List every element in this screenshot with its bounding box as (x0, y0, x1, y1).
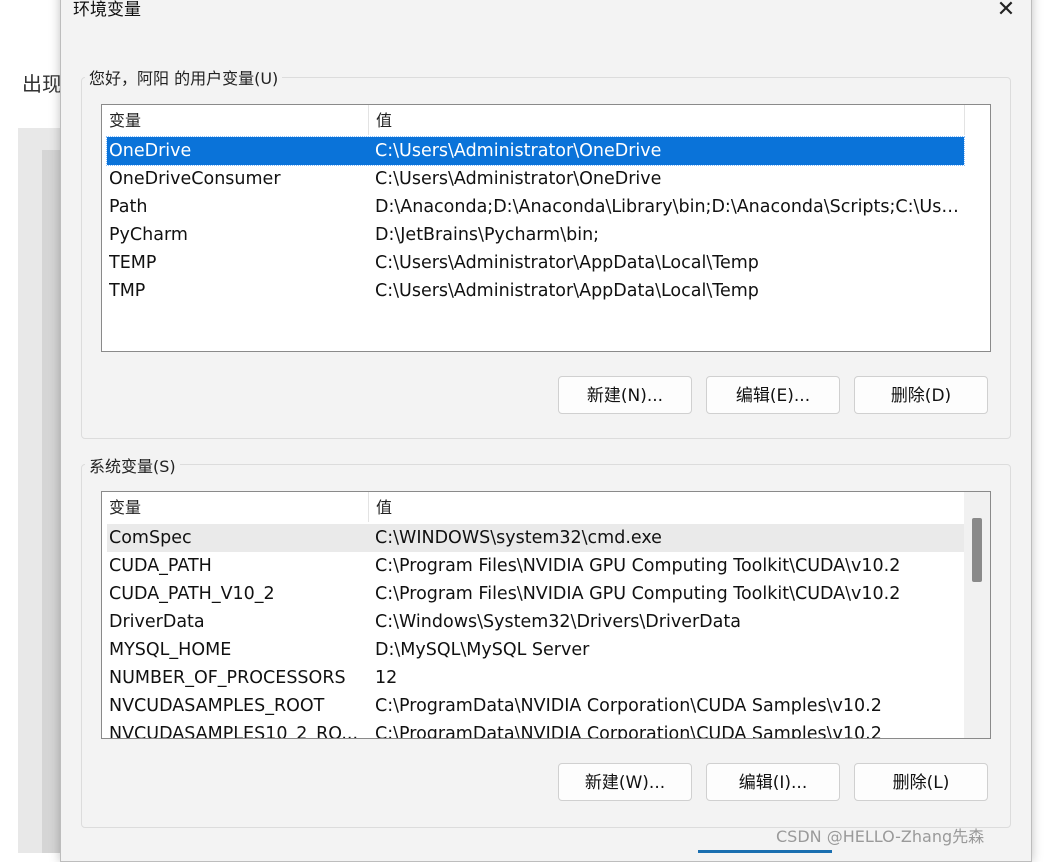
column-header-value[interactable]: 值 (369, 492, 965, 522)
user-variables-list[interactable]: 变量 值 OneDrive C:\Users\Administrator\OneD… (101, 104, 991, 352)
table-row[interactable]: TMP C:\Users\Administrator\AppData\Local\… (107, 277, 964, 305)
system-variables-label: 系统变量(S) (85, 453, 180, 477)
variable-value-cell: C:\Windows\System32\Drivers\DriverData (375, 612, 741, 632)
variable-name-cell: Path (109, 197, 148, 217)
table-row[interactable]: CUDA_PATH C:\Program Files\NVIDIA GPU Com… (107, 552, 964, 580)
table-row[interactable]: ComSpec C:\WINDOWS\system32\cmd.exe (107, 524, 964, 552)
table-row[interactable]: OneDrive C:\Users\Administrator\OneDrive (106, 136, 965, 166)
user-new-button[interactable]: 新建(N)... (558, 376, 692, 414)
table-row[interactable]: TEMP C:\Users\Administrator\AppData\Local… (107, 249, 964, 277)
variable-value-cell: C:\ProgramData\NVIDIA Corporation\CUDA S… (375, 696, 882, 716)
variable-value-cell: 12 (375, 668, 398, 688)
variable-name-cell: ComSpec (109, 528, 192, 548)
variable-name-cell: OneDrive (109, 141, 192, 161)
table-row[interactable]: DriverData C:\Windows\System32\Drivers\Dr… (107, 608, 964, 636)
variable-value-cell: C:\Program Files\NVIDIA GPU Computing To… (375, 556, 901, 576)
system-variables-list[interactable]: 变量 值 ComSpec C:\WINDOWS\system32\cmd.exe C… (101, 491, 991, 739)
user-edit-button[interactable]: 编辑(E)... (706, 376, 840, 414)
column-header-variable[interactable]: 变量 (102, 492, 368, 522)
variable-name-cell: MYSQL_HOME (109, 640, 232, 660)
table-row[interactable]: OneDriveConsumer C:\Users\Administrator\O… (107, 165, 964, 193)
variable-value-cell: C:\Users\Administrator\AppData\Local\Tem… (375, 253, 759, 273)
list-header: 变量 值 (102, 492, 990, 522)
variable-value-cell: C:\Users\Administrator\OneDrive (375, 141, 662, 161)
variable-value-cell: C:\Users\Administrator\OneDrive (375, 169, 662, 189)
variable-name-cell: NVCUDASAMPLES10_2_RO... (109, 724, 359, 739)
variable-value-cell: C:\WINDOWS\system32\cmd.exe (375, 528, 662, 548)
user-variables-label: 您好，阿阳 的用户变量(U) (85, 65, 283, 89)
table-row[interactable]: MYSQL_HOME D:\MySQL\MySQL Server (107, 636, 964, 664)
table-row[interactable]: NUMBER_OF_PROCESSORS 12 (107, 664, 964, 692)
variable-name-cell: DriverData (109, 612, 205, 632)
variable-value-cell: C:\Users\Administrator\AppData\Local\Tem… (375, 281, 759, 301)
user-delete-button[interactable]: 删除(D) (854, 376, 988, 414)
column-header-variable[interactable]: 变量 (102, 105, 368, 135)
system-new-button[interactable]: 新建(W)... (558, 763, 692, 801)
table-row[interactable]: CUDA_PATH_V10_2 C:\Program Files\NVIDIA G… (107, 580, 964, 608)
table-row[interactable]: Path D:\Anaconda;D:\Anaconda\Library\bin;… (107, 193, 964, 221)
environment-variables-dialog: 环境变量 ✕ 您好，阿阳 的用户变量(U) 变量 值 OneDrive C:\Us… (60, 0, 1032, 862)
variable-name-cell: OneDriveConsumer (109, 169, 281, 189)
system-delete-button[interactable]: 删除(L) (854, 763, 988, 801)
table-row[interactable]: NVCUDASAMPLES_ROOT C:\ProgramData\NVIDIA … (107, 692, 964, 720)
variable-value-cell: D:\Anaconda;D:\Anaconda\Library\bin;D:\A… (375, 197, 960, 217)
system-list-scrollbar[interactable] (964, 492, 990, 738)
variable-name-cell: PyCharm (109, 225, 188, 245)
background-panel-inner (42, 150, 60, 853)
system-edit-button[interactable]: 编辑(I)... (706, 763, 840, 801)
background-heading: 出现 (22, 72, 62, 96)
variable-name-cell: NVCUDASAMPLES_ROOT (109, 696, 325, 716)
variable-name-cell: CUDA_PATH (109, 556, 212, 576)
list-header: 变量 值 (102, 105, 990, 135)
variable-name-cell: NUMBER_OF_PROCESSORS (109, 668, 346, 688)
variable-name-cell: CUDA_PATH_V10_2 (109, 584, 275, 604)
column-separator[interactable] (964, 105, 965, 135)
variable-value-cell: D:\MySQL\MySQL Server (375, 640, 590, 660)
watermark: CSDN @HELLO-Zhang先森 (776, 827, 985, 846)
column-header-value[interactable]: 值 (369, 105, 965, 135)
variable-value-cell: C:\ProgramData\NVIDIA Corporation\CUDA S… (375, 724, 882, 739)
variable-value-cell: D:\JetBrains\Pycharm\bin; (375, 225, 600, 245)
close-icon[interactable]: ✕ (991, 0, 1021, 23)
table-row[interactable]: PyCharm D:\JetBrains\Pycharm\bin; (107, 221, 964, 249)
scrollbar-thumb[interactable] (972, 518, 982, 582)
table-row[interactable]: NVCUDASAMPLES10_2_RO... C:\ProgramData\NV… (107, 720, 964, 739)
dialog-title: 环境变量 (73, 0, 141, 20)
variable-name-cell: TEMP (109, 253, 157, 273)
variable-value-cell: C:\Program Files\NVIDIA GPU Computing To… (375, 584, 901, 604)
variable-name-cell: TMP (109, 281, 146, 301)
